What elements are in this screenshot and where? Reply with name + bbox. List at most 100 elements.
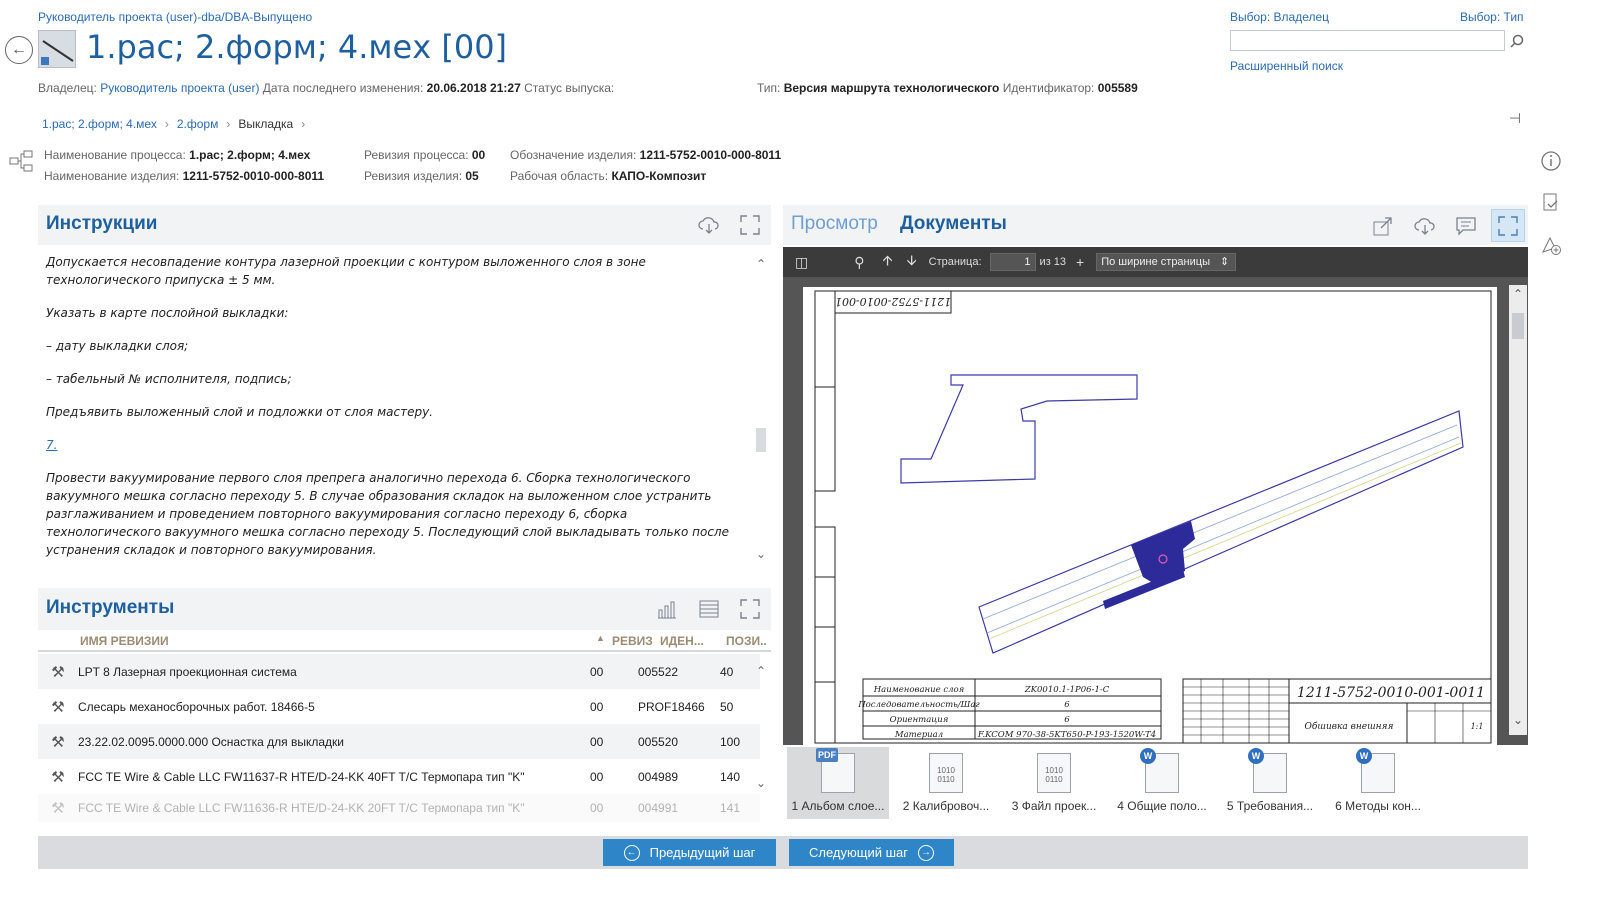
step-link[interactable]: 7. [46,436,746,454]
select-owner-link[interactable]: Выбор: Владелец [1230,10,1329,24]
document-tile[interactable]: 1010 0110 3 Файл проек... [1003,747,1105,819]
select-type-link[interactable]: Выбор: Тип [1460,10,1524,24]
owner-link[interactable]: Руководитель проекта (user) [100,81,259,95]
cloud-download-icon[interactable] [696,212,722,238]
word-file-icon: W [1356,748,1395,793]
advanced-search-link[interactable]: Расширенный поиск [1230,59,1343,73]
previous-step-button[interactable]: ← Предыдущий шаг [603,839,776,866]
instructions-scrollbar[interactable]: ⌃ ⌄ [754,257,770,567]
tab-documents[interactable]: Документы [900,213,1007,235]
scroll-down-icon[interactable]: ⌄ [756,776,766,790]
file-type-badge: PDF [816,748,838,762]
binary-file-icon: 1010 0110 [1037,753,1071,793]
tool-rev: 00 [590,664,604,679]
comment-icon[interactable] [1453,213,1479,239]
find-icon[interactable]: ⚲ [854,254,864,271]
info-icon[interactable] [1538,148,1564,174]
process-tree-icon[interactable] [8,148,34,174]
scroll-up-icon[interactable]: ⌃ [756,257,766,271]
pdf-viewport[interactable]: 1211-5752-0010-001 Наименование слоя ZK0… [783,277,1528,745]
search-icon[interactable] [1506,30,1528,51]
document-label: 6 Методы кон... [1335,799,1421,813]
list-icon[interactable] [696,596,722,622]
search-input[interactable] [1230,30,1505,51]
document-label: 5 Требования... [1226,799,1314,813]
owner-label: Владелец: [38,81,97,95]
breadcrumb-item[interactable]: 1.рас; 2.форм; 4.мех [42,117,157,131]
share-icon[interactable] [1370,213,1396,239]
tool-name: 23.22.02.0095.0000.000 Оснастка для выкл… [78,734,344,749]
scroll-thumb[interactable] [756,428,766,452]
document-label: 3 Файл проек... [1011,799,1097,813]
document-label: 1 Альбом слое... [791,799,885,813]
binary-file-icon: 1010 0110 [929,753,963,793]
col-pos[interactable]: ПОЗИ.. [726,634,767,648]
tools-title: Инструменты [46,597,175,618]
next-step-label: Следующий шаг [809,845,908,860]
instruction-paragraph: Провести вакуумирование первого слоя пре… [46,471,729,557]
scroll-up-icon[interactable]: ⌃ [756,664,766,678]
document-tile[interactable]: W 6 Методы кон... [1327,747,1429,819]
col-name[interactable]: ИМЯ РЕВИЗИИ [80,634,169,648]
sort-up-icon[interactable]: ▲ [596,633,605,643]
info-row-1c: Обозначение изделия: 1211-5752-0010-000-… [510,148,781,162]
scroll-thumb[interactable] [1512,313,1524,339]
next-step-button[interactable]: Следующий шаг → [789,839,954,866]
add-shape-icon[interactable] [1538,232,1564,258]
info-row-2: Наименование изделия: 1211-5752-0010-000… [44,169,324,183]
tool-id: 004991 [638,801,679,815]
scroll-down-icon[interactable]: ⌄ [1513,713,1523,727]
tool-pos: 40 [720,664,734,679]
scroll-up-icon[interactable]: ⌃ [1513,287,1523,301]
breadcrumb-item[interactable]: 2.форм [177,117,218,131]
arrow-right-icon: → [918,844,934,861]
page-number-input[interactable]: 1 [989,253,1036,271]
sidebar-toggle-icon[interactable]: ◫ [795,254,808,271]
cloud-download-icon[interactable] [1412,213,1438,239]
zoom-select[interactable]: По ширине страницы ⇕ [1096,253,1237,271]
process-rev-label: Ревизия процесса: [364,148,469,162]
back-arrow-icon[interactable]: ← [5,36,33,64]
document-tile[interactable]: W 5 Требования... [1219,747,1321,819]
document-check-icon[interactable] [1538,190,1564,216]
product-code-label: Обозначение изделия: [510,148,637,162]
expand-icon[interactable] [737,212,763,238]
col-id[interactable]: ИДЕН... [660,634,704,648]
pin-icon[interactable]: ⊣ [1502,108,1528,128]
process-rev-value: 00 [471,148,486,162]
page-title: 1.рас; 2.форм; 4.мех [00] [86,28,508,66]
zoom-in-icon[interactable]: + [1076,254,1084,270]
tool-pos: 140 [720,769,741,784]
tool-name: FCC TE Wire & Cable LLC FW11637-R HTE/D-… [78,769,525,784]
owner-breadcrumb[interactable]: Руководитель проекта (user)-dba/DBA-Выпу… [38,10,312,24]
fullscreen-icon[interactable] [1491,209,1525,242]
modified-label: Дата последнего изменения: [262,81,424,95]
table-row[interactable]: ⚒ FCC TE Wire & Cable LLC FW11637-R HTE/… [38,759,760,794]
instruction-paragraph: – дату выкладки слоя; [46,339,189,353]
next-page-icon[interactable]: 🡫 [907,250,917,274]
type-value: Версия маршрута технологического [783,81,1000,95]
info-row-2b: Ревизия изделия: 05 [364,169,479,183]
process-name-label: Наименование процесса: [44,148,186,162]
table-row[interactable]: ⚒ 23.22.02.0095.0000.000 Оснастка для вы… [38,724,760,759]
stamp-note: Обшивка внешняя [1305,721,1394,732]
table-row[interactable]: ⚒ LPT 8 Лазерная проекционная система 00… [38,654,760,689]
footer-bar: ← Предыдущий шаг Следующий шаг → [38,836,1528,869]
previous-page-icon[interactable]: 🡩 [883,250,893,274]
scroll-down-icon[interactable]: ⌄ [756,547,766,561]
document-tile[interactable]: W 4 Общие поло... [1111,747,1213,819]
table-row[interactable]: ⚒ Слесарь механосборочных работ. 18466-5… [38,689,760,724]
tool-icon: ⚒ [51,663,65,681]
tool-id: 005522 [638,664,679,679]
id-value: 005589 [1097,81,1138,95]
pdf-scrollbar[interactable]: ⌃ ⌄ [1509,285,1527,735]
document-tile[interactable]: 1010 0110 2 Калибровоч... [895,747,997,819]
col-rev[interactable]: РЕВИЗ [612,634,653,648]
table-row[interactable]: ⚒ FCC TE Wire & Cable LLC FW11636-R HTE/… [38,794,760,822]
expand-icon[interactable] [737,596,763,622]
tab-preview[interactable]: Просмотр [791,213,878,235]
document-tile[interactable]: PDF 1 Альбом слое... [787,747,889,819]
chart-icon[interactable] [654,596,680,622]
chevron-right-icon[interactable]: › [301,117,305,131]
product-code-value: 1211-5752-0010-000-8011 [639,148,782,162]
